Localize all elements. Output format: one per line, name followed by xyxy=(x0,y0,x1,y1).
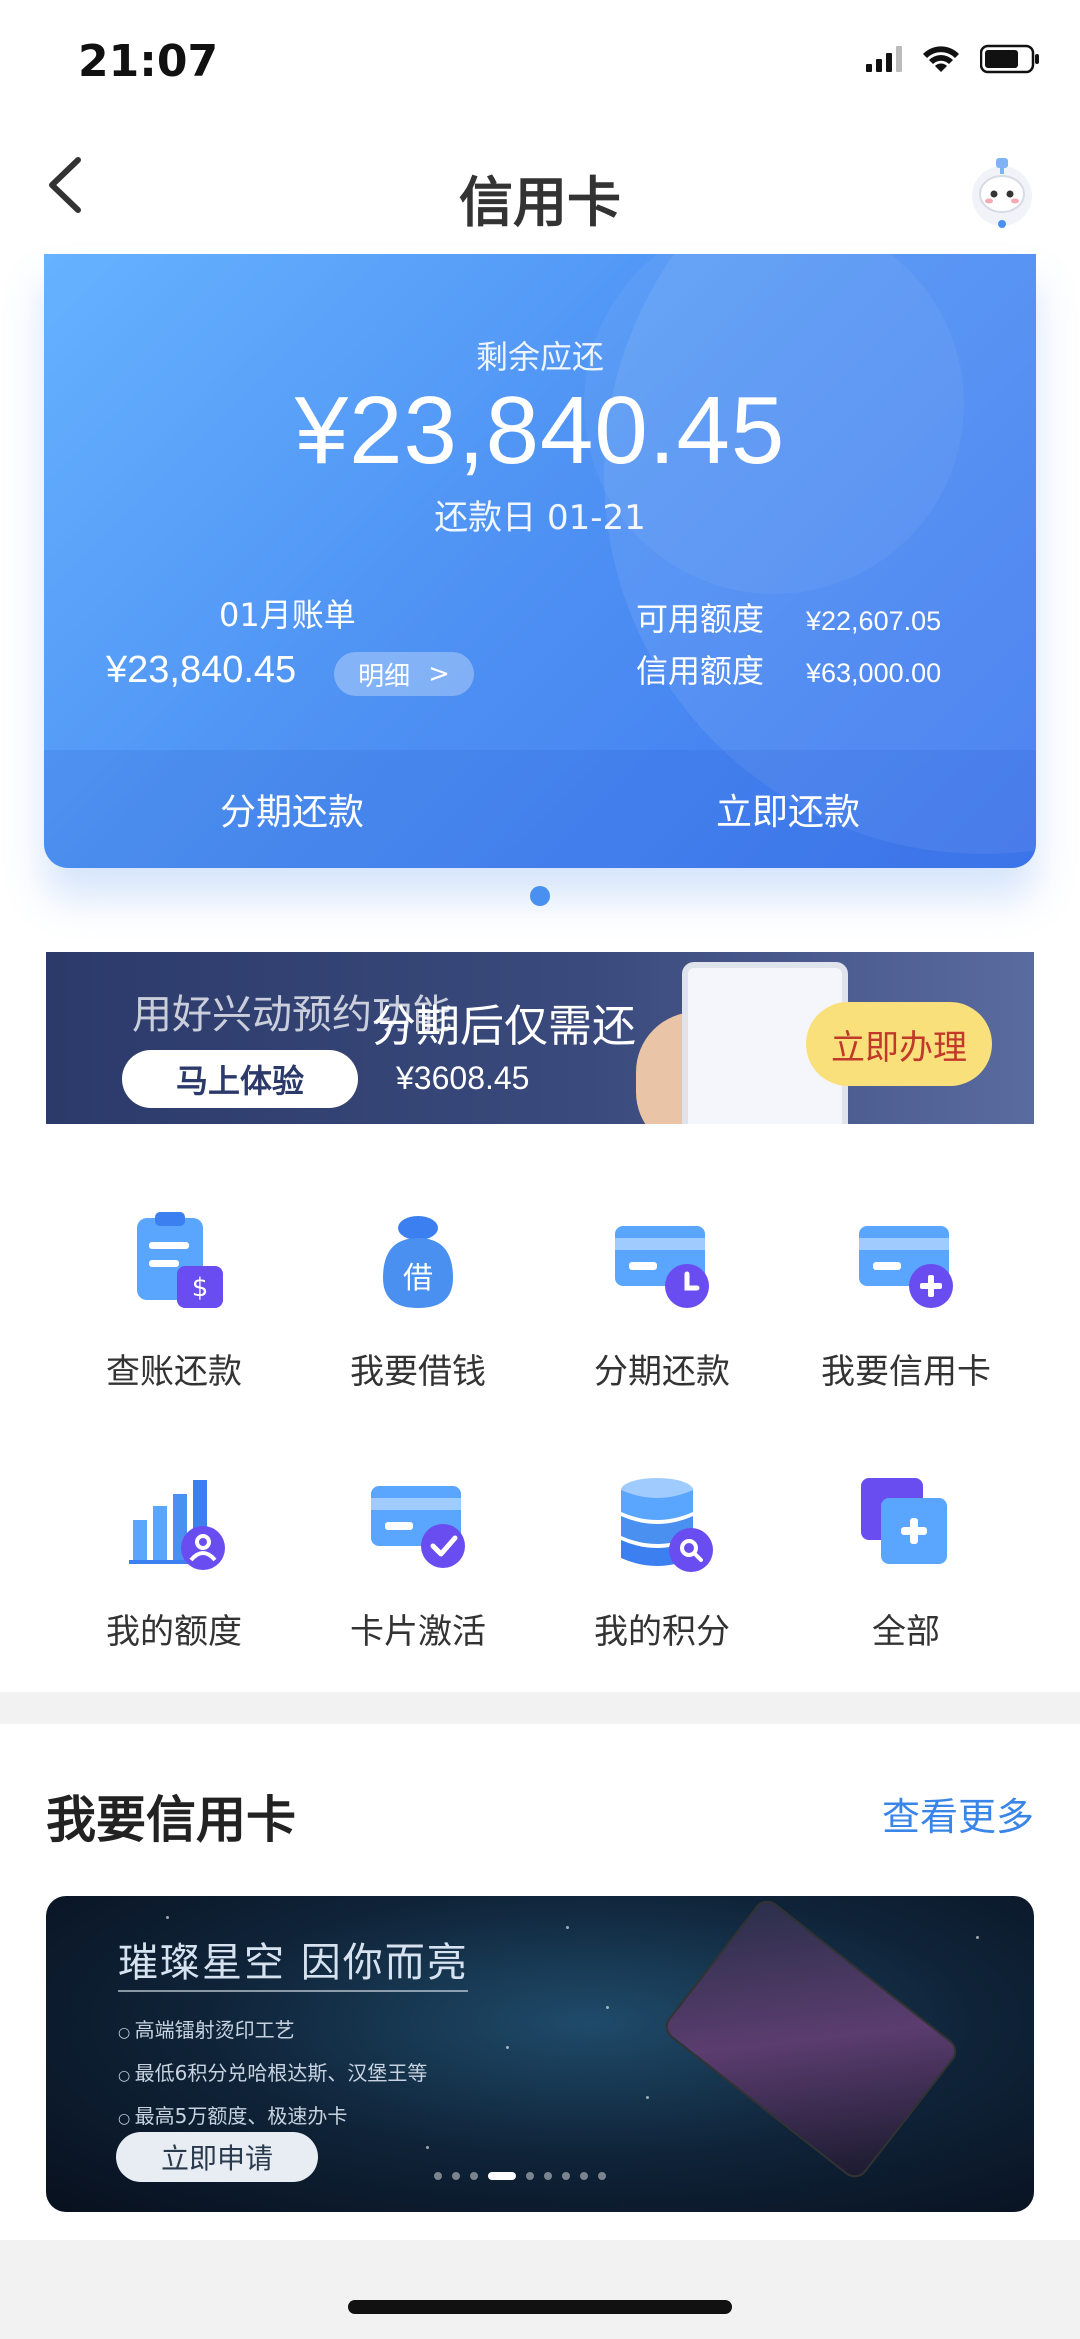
grid-label: 分期还款 xyxy=(594,1352,730,1392)
installment-card-icon xyxy=(615,1226,709,1308)
grid-item-points[interactable]: 我的积分 xyxy=(542,1468,782,1653)
bill-amount: ¥23,840.45 xyxy=(106,649,297,691)
apply-now-button[interactable]: 立即办理 xyxy=(806,1002,992,1086)
bottom-area xyxy=(0,2240,1080,2339)
remaining-amount: ¥23,840.45 xyxy=(294,377,786,484)
credit-limit-row: 信用额度 ¥63,000.00 xyxy=(636,646,941,692)
all-plus-icon xyxy=(861,1478,947,1564)
page-title: 信用卡 xyxy=(459,171,621,234)
promo-underline xyxy=(118,1990,468,1992)
promo-feature: 高端镭射烫印工艺 xyxy=(118,2014,427,2043)
grid-label: 我要信用卡 xyxy=(821,1352,991,1392)
section-title: 我要信用卡 xyxy=(46,1791,296,1849)
grid-item-borrow[interactable]: 借 我要借钱 xyxy=(298,1208,538,1393)
add-card-icon xyxy=(859,1226,953,1308)
battery-icon xyxy=(980,44,1039,74)
status-icons xyxy=(866,44,1040,74)
promo-title: 璀璨星空 因你而亮 xyxy=(118,1940,469,1986)
grid-label: 卡片激活 xyxy=(350,1612,486,1652)
try-now-button[interactable]: 马上体验 xyxy=(122,1050,358,1108)
bill-check-icon: $ xyxy=(137,1212,223,1308)
home-indicator[interactable] xyxy=(348,2300,732,2314)
status-time: 21:07 xyxy=(78,36,219,87)
grid-label: 我的额度 xyxy=(106,1612,242,1652)
installment-repay-button[interactable]: 分期还款 xyxy=(44,750,540,868)
credit-limit-value: ¥63,000.00 xyxy=(806,658,942,688)
chevron-right-icon: > xyxy=(428,659,450,689)
loan-icon-char: 借 xyxy=(403,1261,433,1296)
available-limit-label: 可用额度 xyxy=(636,600,765,638)
grid-item-quota[interactable]: 我的额度 xyxy=(54,1468,294,1653)
svg-text:$: $ xyxy=(192,1273,209,1303)
promo-feature-list: 高端镭射烫印工艺 最低6积分兑哈根达斯、汉堡王等 最高5万额度、极速办卡 xyxy=(118,2014,428,2143)
detail-button[interactable]: 明细 > xyxy=(334,652,474,696)
grid-item-apply-card[interactable]: 我要信用卡 xyxy=(786,1208,1026,1393)
section-divider xyxy=(0,1692,1080,1724)
credit-limit-label: 信用额度 xyxy=(636,652,765,690)
card-actions: 分期还款 立即还款 xyxy=(44,750,1036,868)
quota-chart-icon xyxy=(129,1480,225,1570)
carousel-dots xyxy=(434,2172,606,2180)
detail-button-label: 明细 xyxy=(358,661,411,692)
repay-now-button[interactable]: 立即还款 xyxy=(540,750,1036,868)
view-more-link[interactable]: 查看更多 xyxy=(882,1786,1034,1841)
promo-feature: 最低6积分兑哈根达斯、汉堡王等 xyxy=(118,2057,428,2086)
promo-feature: 最高5万额度、极速办卡 xyxy=(118,2100,427,2129)
card-promo-banner[interactable]: 璀璨星空 因你而亮 高端镭射烫印工艺 最低6积分兑哈根达斯、汉堡王等 最高5万额… xyxy=(46,1896,1034,2212)
credit-card-image xyxy=(660,1896,962,2183)
grid-label: 我的积分 xyxy=(594,1612,730,1652)
due-date: 还款日 01-21 xyxy=(434,498,646,538)
grid-item-bill-repay[interactable]: $ 查账还款 xyxy=(54,1208,294,1393)
available-limit-value: ¥22,607.05 xyxy=(806,606,942,636)
signal-icon xyxy=(866,46,902,72)
robot-assistant-button[interactable] xyxy=(960,150,1044,234)
robot-avatar-icon xyxy=(972,158,1032,228)
grid-label: 查账还款 xyxy=(106,1352,242,1392)
loan-bag-icon: 借 xyxy=(383,1216,453,1308)
grid-item-activate[interactable]: 卡片激活 xyxy=(298,1468,538,1653)
promo-banner[interactable]: 用好兴动预约功能 分期后仅需还 马上体验 ¥3608.45 立即办理 xyxy=(46,952,1034,1124)
apply-card-button[interactable]: 立即申请 xyxy=(116,2132,318,2182)
bill-month-label: 01月账单 xyxy=(219,596,356,634)
carousel-dot xyxy=(530,886,550,906)
grid-item-installment[interactable]: 分期还款 xyxy=(542,1208,782,1393)
banner-amount: ¥3608.45 xyxy=(396,1060,530,1096)
wifi-icon xyxy=(923,46,959,72)
points-db-icon xyxy=(621,1478,713,1572)
grid-item-all[interactable]: 全部 xyxy=(786,1468,1026,1653)
banner-text-front: 分期后仅需还 xyxy=(372,1001,636,1052)
remaining-label: 剩余应还 xyxy=(475,338,604,376)
grid-label: 全部 xyxy=(872,1612,940,1652)
available-limit-row: 可用额度 ¥22,607.05 xyxy=(636,594,941,640)
credit-card-summary: 剩余应还 ¥23,840.45 还款日 01-21 01月账单 ¥23,840.… xyxy=(44,254,1036,868)
grid-label: 我要借钱 xyxy=(350,1352,486,1392)
card-activate-icon xyxy=(371,1486,465,1568)
